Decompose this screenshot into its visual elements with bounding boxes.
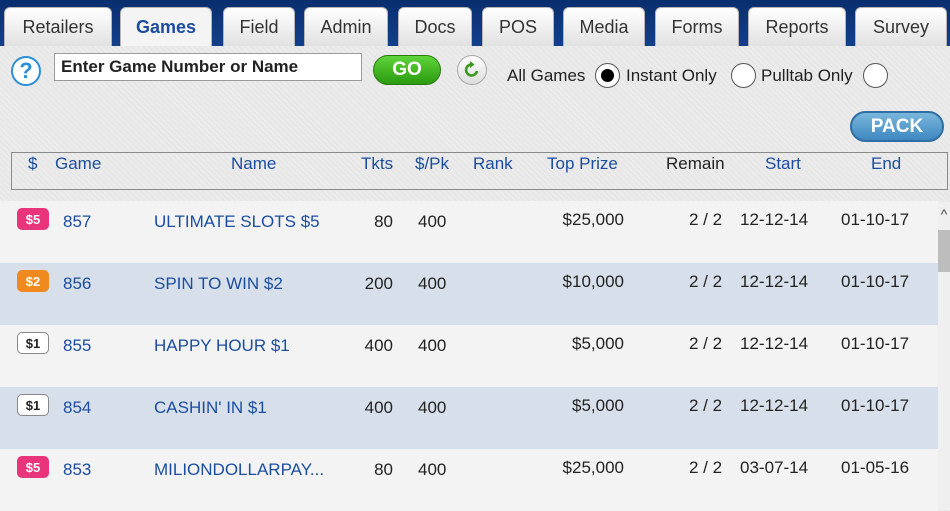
price-badge: $2 [17,270,49,292]
tab-pos[interactable]: POS [482,7,554,46]
price-badge: $1 [17,332,49,354]
game-number[interactable]: 856 [63,274,91,294]
start-date: 03-07-14 [740,458,809,477]
tab-docs[interactable]: Docs [398,7,472,46]
scroll-up-icon[interactable]: ^ [938,206,950,222]
table-row[interactable]: $1 854 CASHIN' IN $1 400 400 $5,000 2 / … [0,387,938,449]
tickets-value: 80 [374,460,393,479]
top-prize-value: $25,000 [562,458,624,477]
game-name[interactable]: MILIONDOLLARPAY... [154,460,324,480]
end-date: 01-10-17 [841,272,910,291]
top-prize-value: $5,000 [572,396,624,415]
start-date: 12-12-14 [740,396,809,415]
tickets-value: 80 [374,212,393,231]
table-row[interactable]: $5 857 ULTIMATE SLOTS $5 80 400 $25,000 … [0,201,938,263]
game-name[interactable]: SPIN TO WIN $2 [154,274,283,294]
game-name[interactable]: HAPPY HOUR $1 [154,336,290,356]
price-badge: $5 [17,456,49,478]
column-header-start[interactable]: Start [765,154,801,174]
radio-pulltab-only[interactable] [863,63,888,88]
game-name[interactable]: ULTIMATE SLOTS $5 [154,212,320,232]
radio-instant-only[interactable] [731,63,756,88]
filter-label-all-games: All Games [507,66,586,85]
per-pack-value: 400 [418,274,447,293]
tab-survey[interactable]: Survey [855,7,947,46]
per-pack-value: 400 [418,460,447,479]
scrollbar-thumb[interactable] [938,230,950,272]
end-date: 01-10-17 [841,396,910,415]
per-pack-value: 400 [418,398,447,417]
pack-button[interactable]: PACK [850,111,944,142]
radio-all-games[interactable] [595,63,620,88]
price-badge: $1 [17,394,49,416]
radio-selected-dot [601,69,614,82]
remain-value: 2 / 2 [689,210,723,229]
top-prize-value: $5,000 [572,334,624,353]
tab-forms[interactable]: Forms [655,7,739,46]
filter-label-pulltab-only: Pulltab Only [761,66,853,85]
per-pack-value: 400 [418,212,447,231]
game-number[interactable]: 857 [63,212,91,232]
start-date: 12-12-14 [740,334,809,353]
column-header-game[interactable]: Game [55,154,101,174]
column-header-top-prize[interactable]: Top Prize [547,154,618,174]
table-row[interactable]: $2 856 SPIN TO WIN $2 200 400 $10,000 2 … [0,263,938,325]
tab-bar: Retailers Games Field Admin Docs POS Med… [0,0,950,46]
tab-retailers[interactable]: Retailers [4,7,112,46]
price-badge: $5 [17,208,49,230]
help-icon[interactable]: ? [11,56,41,86]
tickets-value: 400 [364,336,393,355]
end-date: 01-10-17 [841,334,910,353]
game-search-input[interactable] [54,53,362,81]
tickets-value: 400 [364,398,393,417]
go-button[interactable]: GO [373,55,441,85]
start-date: 12-12-14 [740,210,809,229]
per-pack-value: 400 [418,336,447,355]
end-date: 01-05-16 [841,458,910,477]
tab-media[interactable]: Media [563,7,645,46]
column-header-name[interactable]: Name [231,154,276,174]
refresh-icon[interactable] [457,55,487,85]
game-number[interactable]: 855 [63,336,91,356]
tab-reports[interactable]: Reports [748,7,846,46]
top-prize-value: $10,000 [562,272,624,291]
filter-label-instant-only: Instant Only [626,66,717,85]
column-header-per-pack[interactable]: $/Pk [415,154,449,174]
tab-games[interactable]: Games [120,7,212,46]
game-number[interactable]: 854 [63,398,91,418]
column-header-end[interactable]: End [871,154,901,174]
column-header-rank[interactable]: Rank [473,154,513,174]
tab-field[interactable]: Field [223,7,295,46]
remain-value: 2 / 2 [689,272,723,291]
remain-value: 2 / 2 [689,396,723,415]
tab-admin[interactable]: Admin [304,7,388,46]
top-prize-value: $25,000 [562,210,624,229]
column-header-price[interactable]: $ [28,154,37,174]
end-date: 01-10-17 [841,210,910,229]
table-row[interactable]: $1 855 HAPPY HOUR $1 400 400 $5,000 2 / … [0,325,938,387]
column-header-tkts[interactable]: Tkts [361,154,393,174]
tickets-value: 200 [364,274,393,293]
game-number[interactable]: 853 [63,460,91,480]
column-header-remain: Remain [666,154,725,173]
game-name[interactable]: CASHIN' IN $1 [154,398,267,418]
table-row[interactable]: $5 853 MILIONDOLLARPAY... 80 400 $25,000… [0,449,938,511]
remain-value: 2 / 2 [689,334,723,353]
start-date: 12-12-14 [740,272,809,291]
remain-value: 2 / 2 [689,458,723,477]
